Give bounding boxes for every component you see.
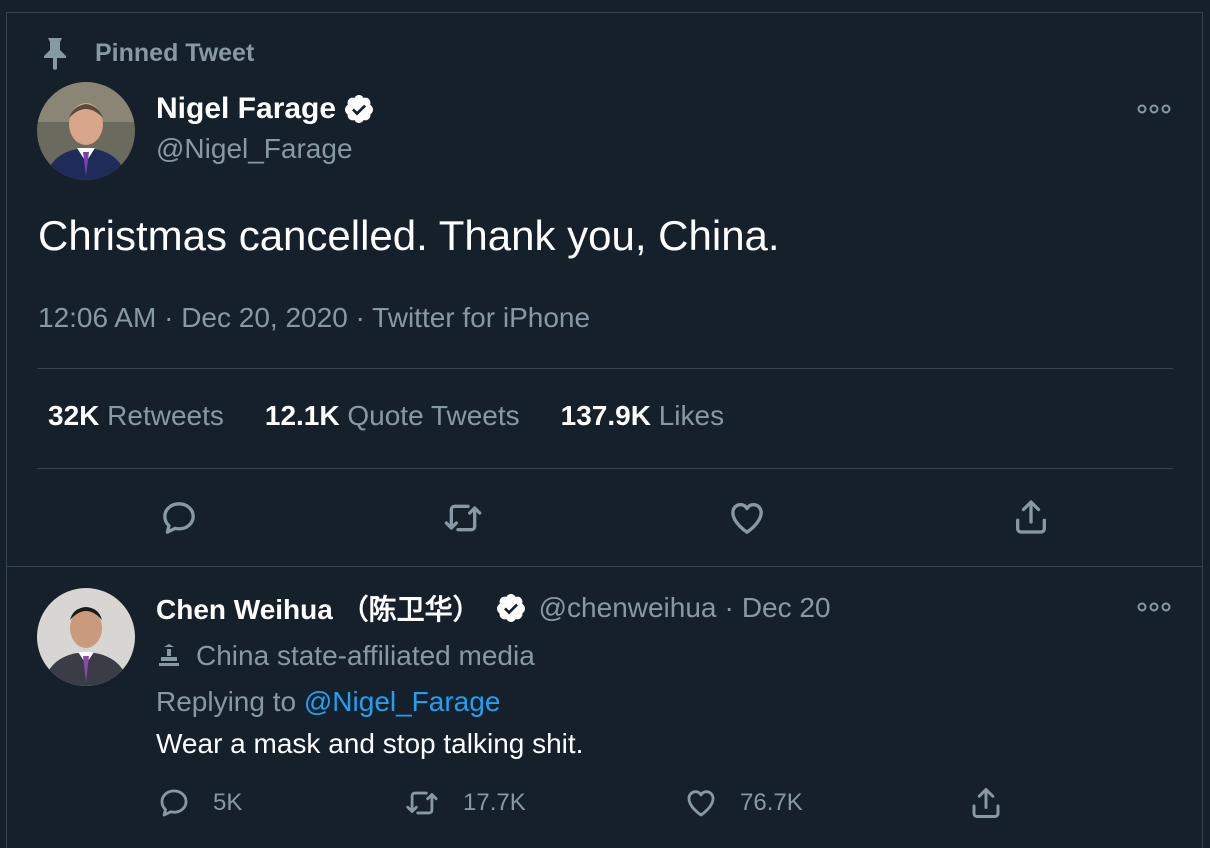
replying-to: Replying to @Nigel_Farage xyxy=(156,686,501,717)
reply-share-button[interactable] xyxy=(968,784,1004,822)
reply-retweet-button[interactable]: 17.7K xyxy=(403,786,526,820)
reply-like-button[interactable]: 76.7K xyxy=(684,786,803,820)
state-affiliated-label[interactable]: China state-affiliated media xyxy=(156,640,535,672)
reply-reply-button[interactable]: 5K xyxy=(157,786,242,820)
tweet-stats: 32K Retweets 12.1K Quote Tweets 137.9K L… xyxy=(48,400,765,432)
tweet-time[interactable]: 12:06 AM xyxy=(38,302,156,333)
verified-badge-icon xyxy=(343,93,375,125)
tweet-meta: 12:06 AM · Dec 20, 2020 · Twitter for iP… xyxy=(38,302,591,333)
author-display-name[interactable]: Nigel Farage xyxy=(156,92,336,126)
reply-button[interactable] xyxy=(159,498,199,538)
reply-icon xyxy=(163,502,195,534)
dot-separator: · xyxy=(724,592,734,623)
verified-badge-icon xyxy=(495,592,527,624)
reply-author-display-name[interactable]: Chen Weihua （陈卫华） xyxy=(156,588,481,628)
podium-icon xyxy=(159,644,179,666)
pinned-tweet-indicator: Pinned Tweet xyxy=(40,36,254,70)
retweet-icon xyxy=(406,791,438,815)
heart-icon xyxy=(731,503,763,534)
share-button[interactable] xyxy=(1011,496,1051,538)
reply-date[interactable]: Dec 20 xyxy=(742,592,831,624)
retweet-icon xyxy=(444,504,482,532)
share-icon xyxy=(972,788,1000,818)
like-button[interactable] xyxy=(727,498,767,538)
pin-icon xyxy=(44,38,66,70)
quote-tweets-stat[interactable]: 12.1K Quote Tweets xyxy=(265,400,520,432)
retweet-count: 17.7K xyxy=(463,789,526,816)
heart-icon xyxy=(687,790,715,817)
reply-author-handle[interactable]: @chenweihua xyxy=(539,592,717,624)
more-options-icon[interactable] xyxy=(1137,601,1171,613)
author-handle[interactable]: @Nigel_Farage xyxy=(156,133,353,165)
reply-text: Wear a mask and stop talking shit. xyxy=(156,728,584,759)
retweet-button[interactable] xyxy=(441,498,485,538)
replying-to-handle-link[interactable]: @Nigel_Farage xyxy=(304,686,501,717)
like-count: 76.7K xyxy=(740,789,803,816)
reply-author-row: Chen Weihua （陈卫华） @chenweihua · Dec 20 xyxy=(156,588,831,628)
reply-icon xyxy=(160,789,188,817)
author-name-row: Nigel Farage xyxy=(156,92,375,126)
pinned-label: Pinned Tweet xyxy=(95,38,255,67)
share-icon xyxy=(1016,500,1046,534)
divider xyxy=(37,368,1173,369)
author-avatar[interactable] xyxy=(37,82,135,180)
reply-author-avatar[interactable] xyxy=(37,588,135,686)
affiliation-text: China state-affiliated media xyxy=(196,640,535,671)
more-options-icon[interactable] xyxy=(1137,103,1171,115)
tweet-date[interactable]: Dec 20, 2020 xyxy=(181,302,348,333)
reply-count: 5K xyxy=(213,789,243,816)
tweet-source[interactable]: Twitter for iPhone xyxy=(372,302,590,333)
tweet-separator xyxy=(7,566,1203,567)
likes-stat[interactable]: 137.9K Likes xyxy=(561,400,724,432)
divider xyxy=(37,468,1173,469)
retweets-stat[interactable]: 32K Retweets xyxy=(48,400,224,432)
tweet-text: Christmas cancelled. Thank you, China. xyxy=(38,212,780,259)
